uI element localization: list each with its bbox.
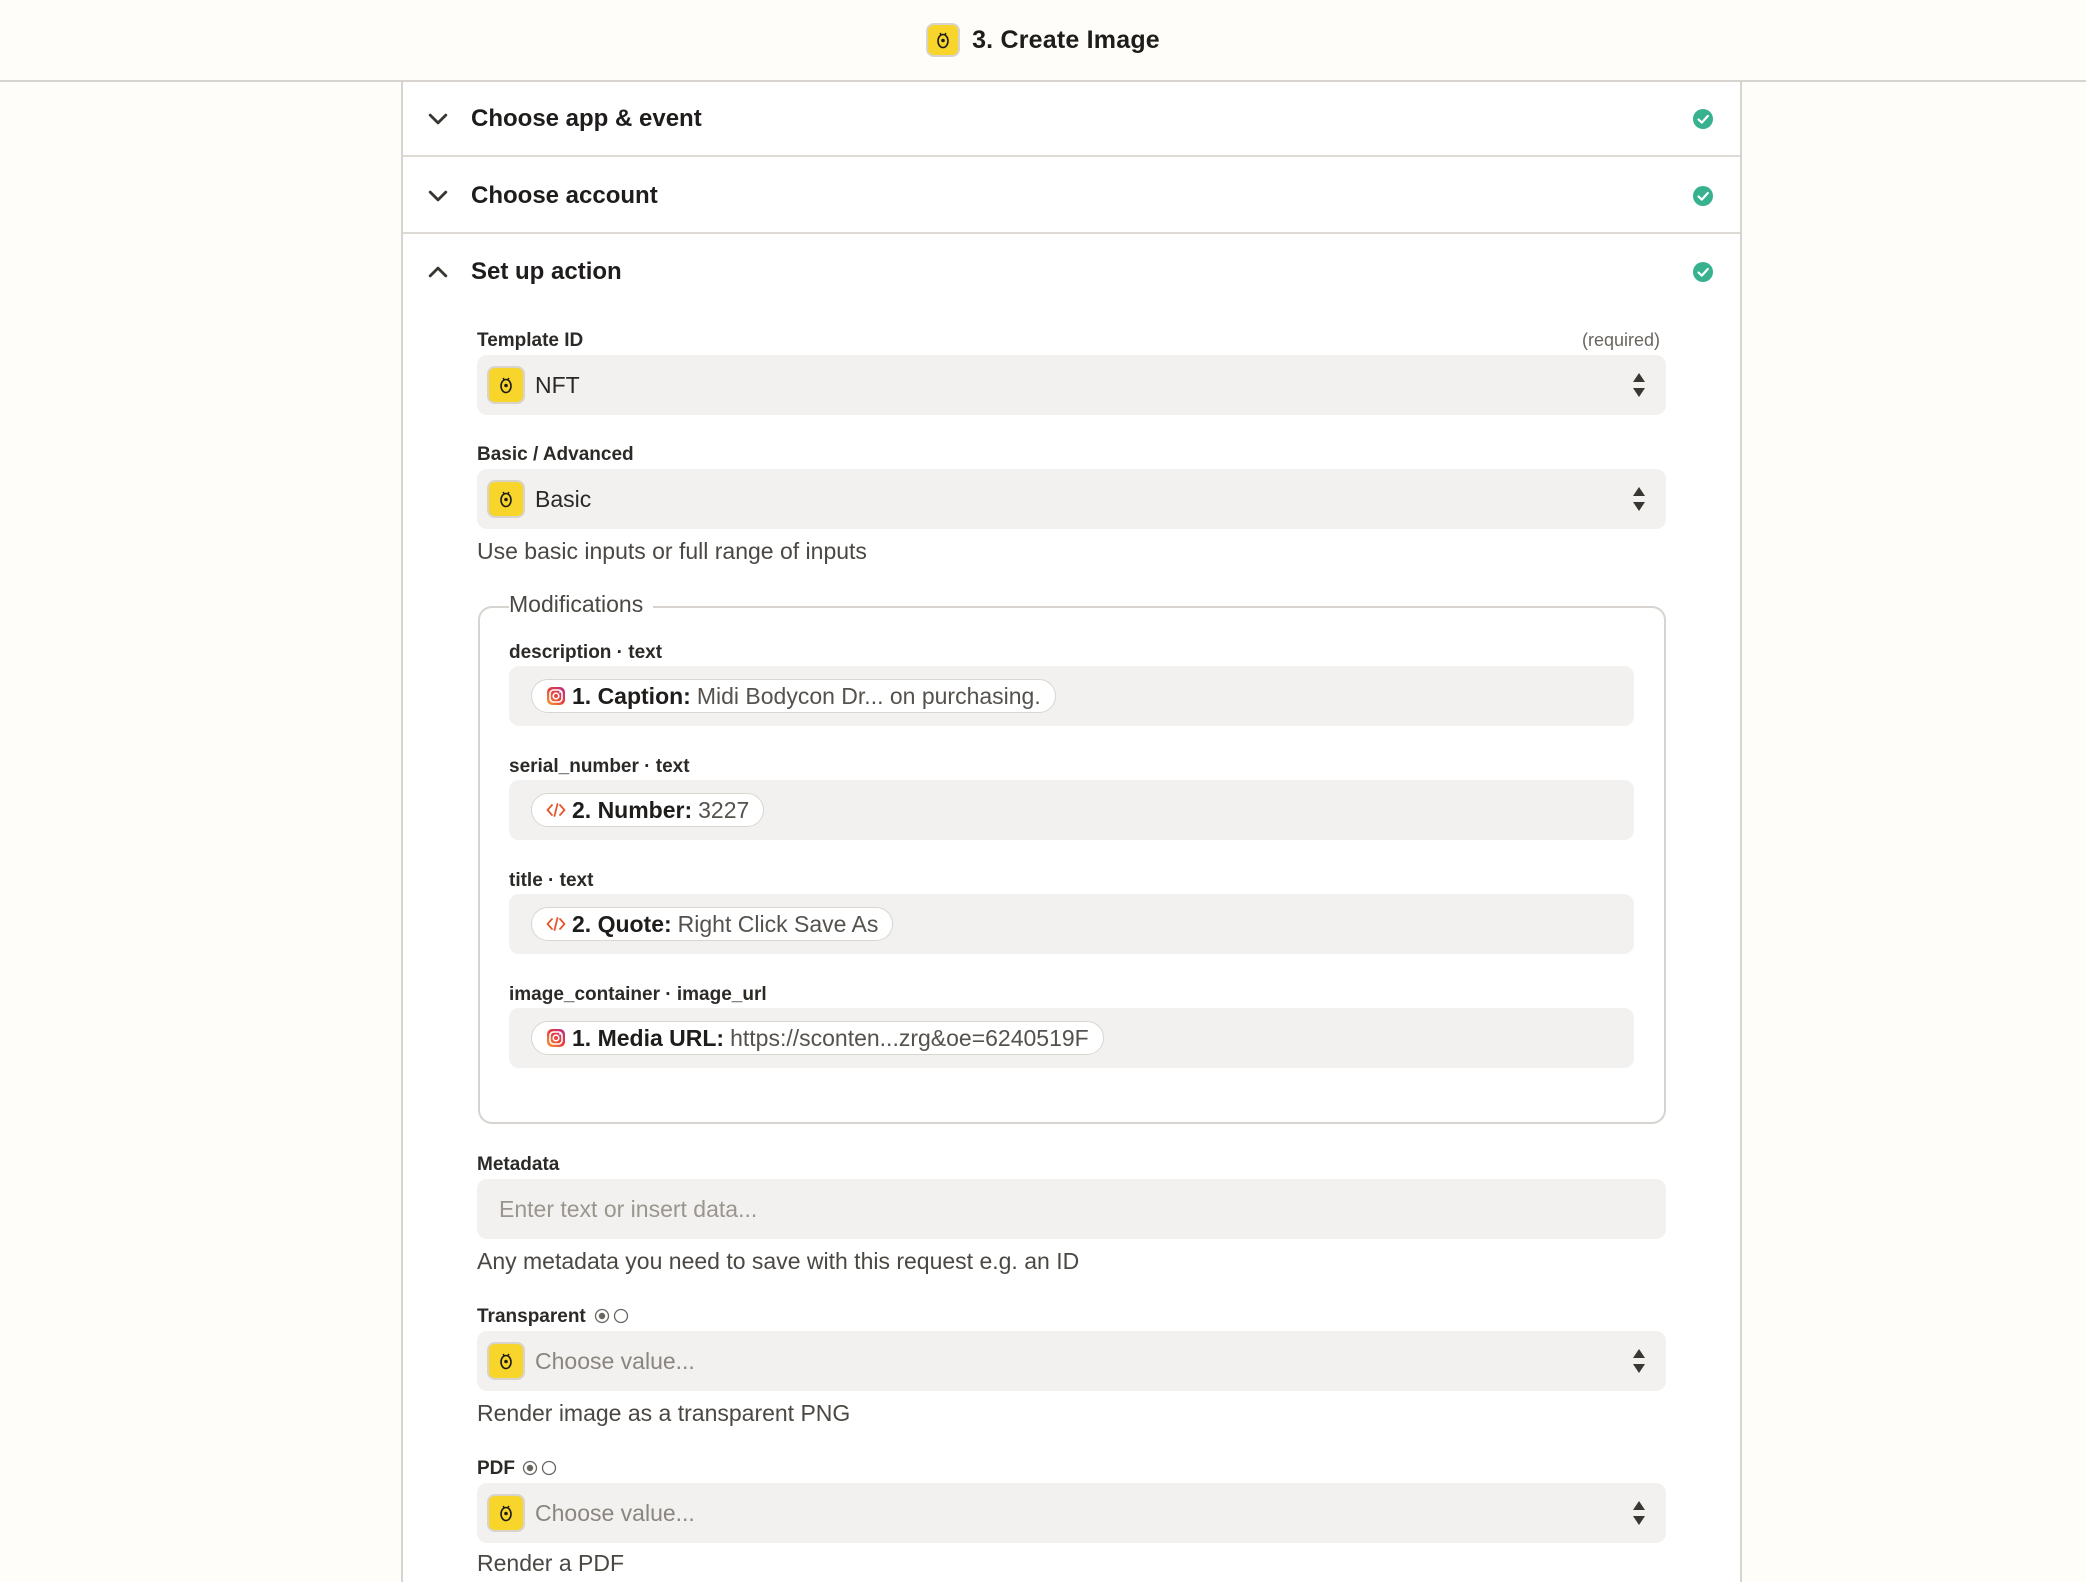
image-url-field[interactable]: 1. Media URL: https://sconten...zrg&oe=6… [509,1008,1634,1068]
basic-advanced-label: Basic / Advanced [477,444,634,465]
pill-value: https://sconten...zrg&oe=6240519F [730,1024,1089,1051]
section-set-up-action[interactable]: Set up action [403,234,1740,309]
pill-key: 2. Quote: [572,910,672,937]
transparent-label: Transparent [477,1306,586,1327]
app-logo-icon [487,1494,525,1532]
metadata-label: Metadata [477,1154,560,1175]
step-title: 3. Create Image [972,25,1160,54]
radio-toggle[interactable] [522,1460,557,1476]
radio-toggle[interactable] [594,1308,629,1324]
app-logo-icon [487,1342,525,1380]
mapped-field-pill[interactable]: 1. Caption: Midi Bodycon Dr... on purcha… [531,679,1056,713]
basic-advanced-help: Use basic inputs or full range of inputs [477,538,867,564]
check-circle-icon [1692,261,1714,283]
metadata-placeholder: Enter text or insert data... [499,1195,758,1222]
metadata-help: Any metadata you need to save with this … [477,1248,1080,1274]
metadata-input[interactable]: Enter text or insert data... [477,1179,1666,1239]
select-arrows-icon [1632,485,1646,513]
instagram-icon [546,686,566,706]
serial-number-field[interactable]: 2. Number: 3227 [509,780,1634,840]
radio-selected-icon [594,1308,610,1324]
code-icon [546,916,566,932]
pill-value: Right Click Save As [677,910,879,937]
description-field[interactable]: 1. Caption: Midi Bodycon Dr... on purcha… [509,666,1634,726]
title-label: title · text [509,870,594,891]
transparent-placeholder: Choose value... [535,1347,695,1374]
pill-key: 1. Caption: [572,682,691,709]
image-container-label: image_container · image_url [509,984,767,1005]
chevron-up-icon [425,259,451,285]
required-indicator: (required) [1582,330,1661,350]
template-id-select[interactable]: NFT [477,355,1666,415]
description-label: description · text [509,642,663,663]
pdf-placeholder: Choose value... [535,1499,695,1526]
pill-value: 3227 [698,796,750,823]
transparent-help: Render image as a transparent PNG [477,1400,851,1426]
section-choose-account[interactable]: Choose account [403,159,1740,234]
pill-key: 1. Media URL: [572,1024,725,1051]
radio-empty-icon [541,1460,557,1476]
basic-advanced-select[interactable]: Basic [477,469,1666,529]
select-arrows-icon [1632,1347,1646,1375]
select-arrows-icon [1632,371,1646,399]
mapped-field-pill[interactable]: 2. Quote: Right Click Save As [531,907,894,941]
mapped-field-pill[interactable]: 1. Media URL: https://sconten...zrg&oe=6… [531,1021,1104,1055]
app-logo-icon [926,23,961,57]
mapped-field-pill[interactable]: 2. Number: 3227 [531,793,765,827]
instagram-icon [546,1028,566,1048]
radio-selected-icon [522,1460,538,1476]
template-id-value: NFT [535,371,580,398]
section-label: Choose account [471,181,658,209]
chevron-down-icon [425,106,451,132]
basic-advanced-value: Basic [535,485,592,512]
pdf-help: Render a PDF [477,1550,625,1576]
template-id-label: Template ID [477,330,584,351]
select-arrows-icon [1632,1499,1646,1527]
section-choose-app-event[interactable]: Choose app & event [403,82,1740,157]
code-icon [546,802,566,818]
section-label: Set up action [471,257,622,285]
chevron-down-icon [425,183,451,209]
pill-key: 2. Number: [572,796,693,823]
title-field[interactable]: 2. Quote: Right Click Save As [509,894,1634,954]
modifications-legend: Modifications [509,591,654,618]
check-circle-icon [1692,108,1714,130]
section-label: Choose app & event [471,104,702,132]
transparent-select[interactable]: Choose value... [477,1331,1666,1391]
serial-number-label: serial_number · text [509,756,690,777]
pill-value: Midi Bodycon Dr... on purchasing. [696,682,1041,709]
app-logo-icon [487,480,525,518]
pdf-label: PDF [477,1458,515,1479]
check-circle-icon [1692,185,1714,207]
pdf-select[interactable]: Choose value... [477,1483,1666,1543]
step-header: 3. Create Image [0,0,2086,82]
radio-empty-icon [613,1308,629,1324]
app-logo-icon [487,366,525,404]
